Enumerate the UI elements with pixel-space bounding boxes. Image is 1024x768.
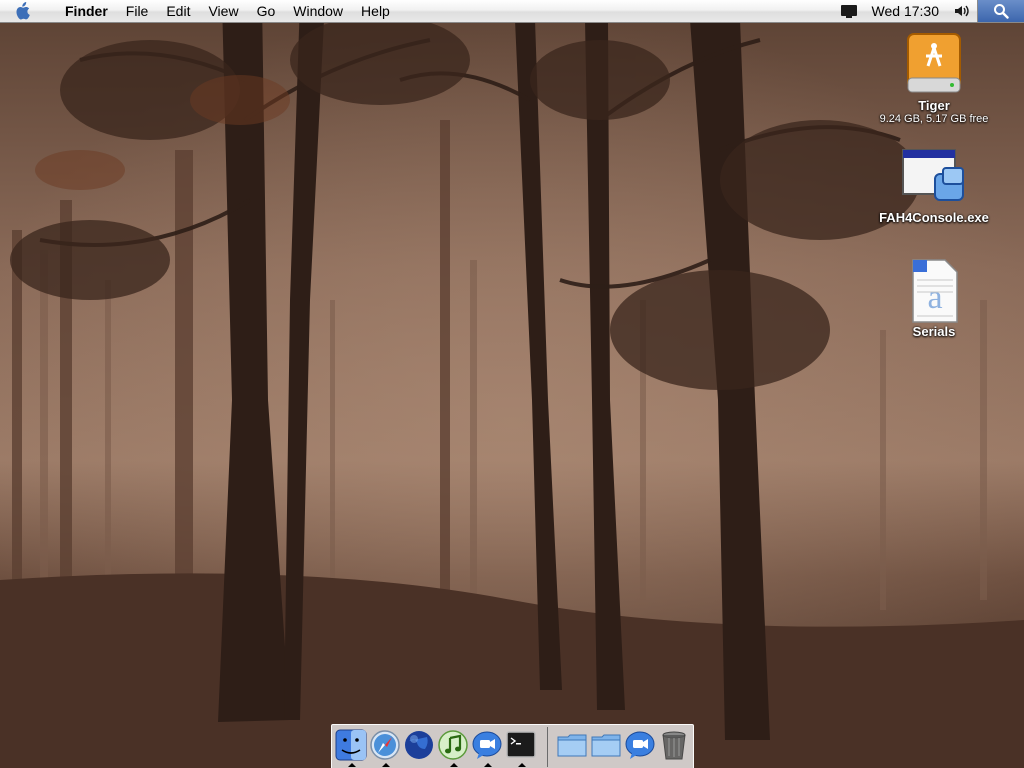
finder-icon xyxy=(335,729,367,761)
desktop-icon-serials[interactable]: a Serials xyxy=(864,258,1004,339)
display-mirror-icon xyxy=(840,5,857,18)
menu-edit[interactable]: Edit xyxy=(157,0,199,22)
running-indicator xyxy=(450,763,458,767)
dock-item-folder[interactable] xyxy=(590,729,622,763)
display-mirror-menu[interactable] xyxy=(834,0,864,22)
running-indicator xyxy=(382,763,390,767)
spotlight-button[interactable] xyxy=(977,0,1024,22)
menu-window[interactable]: Window xyxy=(284,0,352,22)
running-indicator xyxy=(484,763,492,767)
spotlight-search-icon xyxy=(994,4,1009,19)
dock-item-itunes[interactable] xyxy=(437,729,469,767)
menu-extras: Wed 17:30 xyxy=(834,0,1024,22)
globe-icon xyxy=(405,731,433,759)
trash-icon xyxy=(662,731,686,760)
desktop-icon-label: Tiger xyxy=(918,98,950,113)
ichat-icon xyxy=(625,731,655,759)
menu-go[interactable]: Go xyxy=(248,0,285,22)
folder-icon xyxy=(557,734,587,757)
text-document-icon: a xyxy=(912,259,958,323)
desktop-icon-tiger[interactable]: Tiger 9.24 GB, 5.17 GB free xyxy=(864,28,1004,125)
desktop-icon-sublabel: 9.24 GB, 5.17 GB free xyxy=(879,113,989,125)
volume-menu[interactable] xyxy=(947,0,977,22)
ichat-icon xyxy=(472,731,502,759)
desktop-icon-fah4console[interactable]: FAH4Console.exe xyxy=(864,146,1004,225)
dock-item-ichat[interactable] xyxy=(471,729,503,767)
terminal-icon xyxy=(506,731,536,758)
volume-icon xyxy=(955,5,969,17)
safari-icon xyxy=(370,730,400,760)
menu-bar: Finder File Edit View Go Window Help Wed… xyxy=(0,0,1024,23)
windows-exe-icon xyxy=(902,149,964,201)
menubar-clock[interactable]: Wed 17:30 xyxy=(864,0,947,22)
svg-text:a: a xyxy=(927,279,942,316)
dock-item-folder[interactable] xyxy=(556,729,588,763)
app-menu-finder[interactable]: Finder xyxy=(44,0,117,22)
dock-item-trash[interactable] xyxy=(658,729,690,763)
menu-help[interactable]: Help xyxy=(352,0,399,22)
menu-file[interactable]: File xyxy=(117,0,158,22)
dock-item-ichat[interactable] xyxy=(624,729,656,763)
dock-item-network[interactable] xyxy=(403,729,435,763)
desktop-icon-label: Serials xyxy=(912,324,956,339)
dock-separator xyxy=(547,727,548,767)
running-indicator xyxy=(518,763,526,767)
dock-item-terminal[interactable] xyxy=(505,729,537,767)
apple-icon xyxy=(16,2,30,20)
dock xyxy=(331,724,694,768)
firewire-drive-icon xyxy=(907,33,961,93)
folder-icon xyxy=(591,734,621,757)
itunes-icon xyxy=(438,730,468,760)
apple-menu[interactable] xyxy=(0,0,44,22)
dock-item-safari[interactable] xyxy=(369,729,401,767)
desktop-icon-label: FAH4Console.exe xyxy=(879,210,989,225)
running-indicator xyxy=(348,763,356,767)
menu-view[interactable]: View xyxy=(199,0,247,22)
dock-item-finder[interactable] xyxy=(335,729,367,767)
